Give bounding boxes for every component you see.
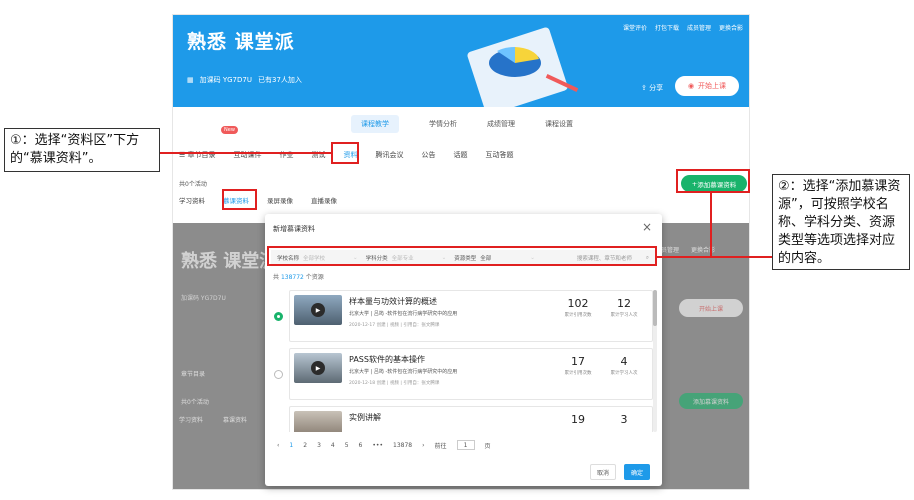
- start-class-button[interactable]: ◉ 开始上课: [675, 76, 739, 96]
- start-icon: ◉: [687, 82, 695, 90]
- page-ellipsis[interactable]: •••: [372, 442, 383, 449]
- course-code[interactable]: 加课码 YG7D7U: [200, 75, 252, 85]
- nav-tencent-meeting[interactable]: 腾讯会议: [376, 150, 404, 160]
- main-nav: ☰ 章节目录 互动课件 作业 测试 资料 腾讯会议 公告 话题 互动答题: [173, 147, 749, 163]
- video-thumbnail: ▶: [294, 353, 342, 383]
- top-actions: 课堂评价 打包下载 成员管理 更换合影: [623, 23, 743, 32]
- item-info: 北京大学 | 吕筠 -软件包在流行病学研究中的应用: [349, 369, 458, 375]
- connector-right-v: [710, 192, 712, 256]
- connector-right-h2: [710, 256, 772, 258]
- backdrop-chapters: 章节目录: [181, 371, 206, 378]
- cancel-button[interactable]: 取消: [590, 464, 616, 480]
- page-3[interactable]: 3: [317, 442, 321, 449]
- qr-icon: ▦: [187, 76, 194, 84]
- video-thumbnail: [294, 411, 342, 432]
- course-code-row: ▦ 加课码 YG7D7U 已有37人加入: [187, 75, 302, 85]
- close-icon[interactable]: ×: [642, 220, 652, 234]
- confirm-button[interactable]: 确定: [624, 464, 650, 480]
- connector-right-h1: [656, 256, 712, 258]
- backdrop-count: 共0个活动: [181, 399, 209, 406]
- list-scrollbar[interactable]: [653, 290, 657, 432]
- joined-count: 已有37人加入: [257, 76, 302, 84]
- resource-tabs: 学习资料 慕课资料 录屏录像 直播录像: [179, 195, 337, 205]
- total-resources: 共 138772 个资源: [273, 274, 324, 281]
- course-title: 熟悉 课堂派: [187, 31, 295, 53]
- highlight-materials: [331, 142, 359, 164]
- select-radio-1[interactable]: [274, 312, 283, 321]
- learn-stat: 12 累计学习人次: [610, 297, 638, 318]
- chart-illustration: [467, 27, 579, 107]
- backdrop-tab: 学习资料: [179, 417, 204, 424]
- tab-analysis[interactable]: 学情分析: [429, 119, 457, 129]
- play-icon: ▶: [311, 361, 325, 375]
- tab-study-materials[interactable]: 学习资料: [179, 195, 205, 205]
- page-1[interactable]: 1: [289, 442, 293, 449]
- resource-list: ▶ 样本量与功效计算的概述 北京大学 | 吕筠 -软件包在流行病学研究中的应用 …: [289, 290, 653, 432]
- goto-label: 前往: [434, 442, 447, 450]
- page-unit: 页: [484, 442, 491, 450]
- play-icon: ▶: [311, 303, 325, 317]
- next-page-button[interactable]: ›: [422, 442, 424, 449]
- tab-teaching[interactable]: 课程教学: [351, 115, 399, 133]
- video-thumbnail: ▶: [294, 295, 342, 325]
- nav-announcements[interactable]: 公告: [422, 150, 436, 160]
- tab-settings[interactable]: 课程设置: [545, 119, 573, 129]
- backdrop-tab-mooc: 慕课资料: [223, 417, 248, 424]
- scrollbar-thumb[interactable]: [653, 290, 657, 326]
- highlight-mooc-tab: [222, 189, 257, 210]
- sub-nav: 课程教学 学情分析 成绩管理 课程设置: [173, 113, 749, 135]
- course-banner: 熟悉 课堂派 ▦ 加课码 YG7D7U 已有37人加入 课堂评价 打包下载 成员…: [173, 15, 749, 107]
- activity-count: 共0个活动: [179, 181, 207, 188]
- cite-stat: 19: [571, 413, 585, 426]
- dialog-title: 新增慕课资料: [273, 225, 315, 233]
- page-4[interactable]: 4: [331, 442, 335, 449]
- backdrop-title: 熟悉 课堂派: [181, 251, 278, 272]
- item-title: 样本量与功效计算的概述: [349, 297, 437, 306]
- item-meta: 2020-12-17 创建 | 视频 | 引用自：张文腾课: [349, 323, 440, 328]
- connector-left: [160, 152, 332, 154]
- highlight-add-button: [676, 169, 750, 193]
- list-item[interactable]: ▶ 样本量与功效计算的概述 北京大学 | 吕筠 -软件包在流行病学研究中的应用 …: [289, 290, 653, 342]
- tab-grades[interactable]: 成绩管理: [487, 119, 515, 129]
- evaluate-link[interactable]: 课堂评价: [623, 23, 647, 32]
- nav-topics[interactable]: 话题: [454, 150, 468, 160]
- cite-stat: 17 累计引用次数: [564, 355, 592, 376]
- callout-step-2: ②：选择“添加慕课资源”，可按照学校名称、学科分类、资源类型等选项选择对应的内容…: [772, 174, 910, 270]
- nav-quiz[interactable]: 互动答题: [486, 150, 514, 160]
- goto-page-input[interactable]: 1: [456, 440, 475, 450]
- page-5[interactable]: 5: [345, 442, 349, 449]
- change-photo-link[interactable]: 更换合影: [719, 23, 743, 32]
- item-info: 北京大学 | 吕筠 -软件包在流行病学研究中的应用: [349, 311, 458, 317]
- item-title: 实例讲解: [349, 413, 381, 422]
- select-radio-2[interactable]: [274, 370, 283, 379]
- highlight-filter-bar: [267, 246, 657, 266]
- download-link[interactable]: 打包下载: [655, 23, 679, 32]
- list-item[interactable]: ▶ PASS软件的基本操作 北京大学 | 吕筠 -软件包在流行病学研究中的应用 …: [289, 348, 653, 400]
- backdrop-code: 加课码 YG7D7U: [181, 295, 226, 302]
- learn-stat: 4 累计学习人次: [610, 355, 638, 376]
- backdrop-add: 添加慕课资料: [679, 393, 743, 409]
- backdrop-start: 开始上课: [679, 299, 743, 317]
- cite-stat: 102 累计引用次数: [564, 297, 592, 318]
- members-link[interactable]: 成员管理: [687, 23, 711, 32]
- new-badge: New: [221, 126, 238, 134]
- prev-page-button[interactable]: ‹: [277, 442, 279, 449]
- tab-screen-recordings[interactable]: 录屏录像: [267, 195, 293, 205]
- list-item[interactable]: 实例讲解 19 3: [289, 406, 653, 432]
- pagination: ‹ 1 2 3 4 5 6 ••• 13878 › 前往 1 页: [277, 440, 491, 450]
- learn-stat: 3: [620, 413, 628, 426]
- page-2[interactable]: 2: [303, 442, 307, 449]
- page-6[interactable]: 6: [359, 442, 363, 449]
- item-meta: 2020-12-18 创建 | 视频 | 引用自：张文腾课: [349, 381, 440, 386]
- page-last[interactable]: 13878: [393, 442, 412, 449]
- share-button[interactable]: ⇪ 分享: [641, 83, 663, 93]
- dialog-footer: 取消 确定: [590, 464, 650, 480]
- item-title: PASS软件的基本操作: [349, 355, 425, 364]
- callout-step-1: ①：选择“资料区”下方的“慕课资料”。: [4, 128, 160, 172]
- tab-live-recordings[interactable]: 直播录像: [311, 195, 337, 205]
